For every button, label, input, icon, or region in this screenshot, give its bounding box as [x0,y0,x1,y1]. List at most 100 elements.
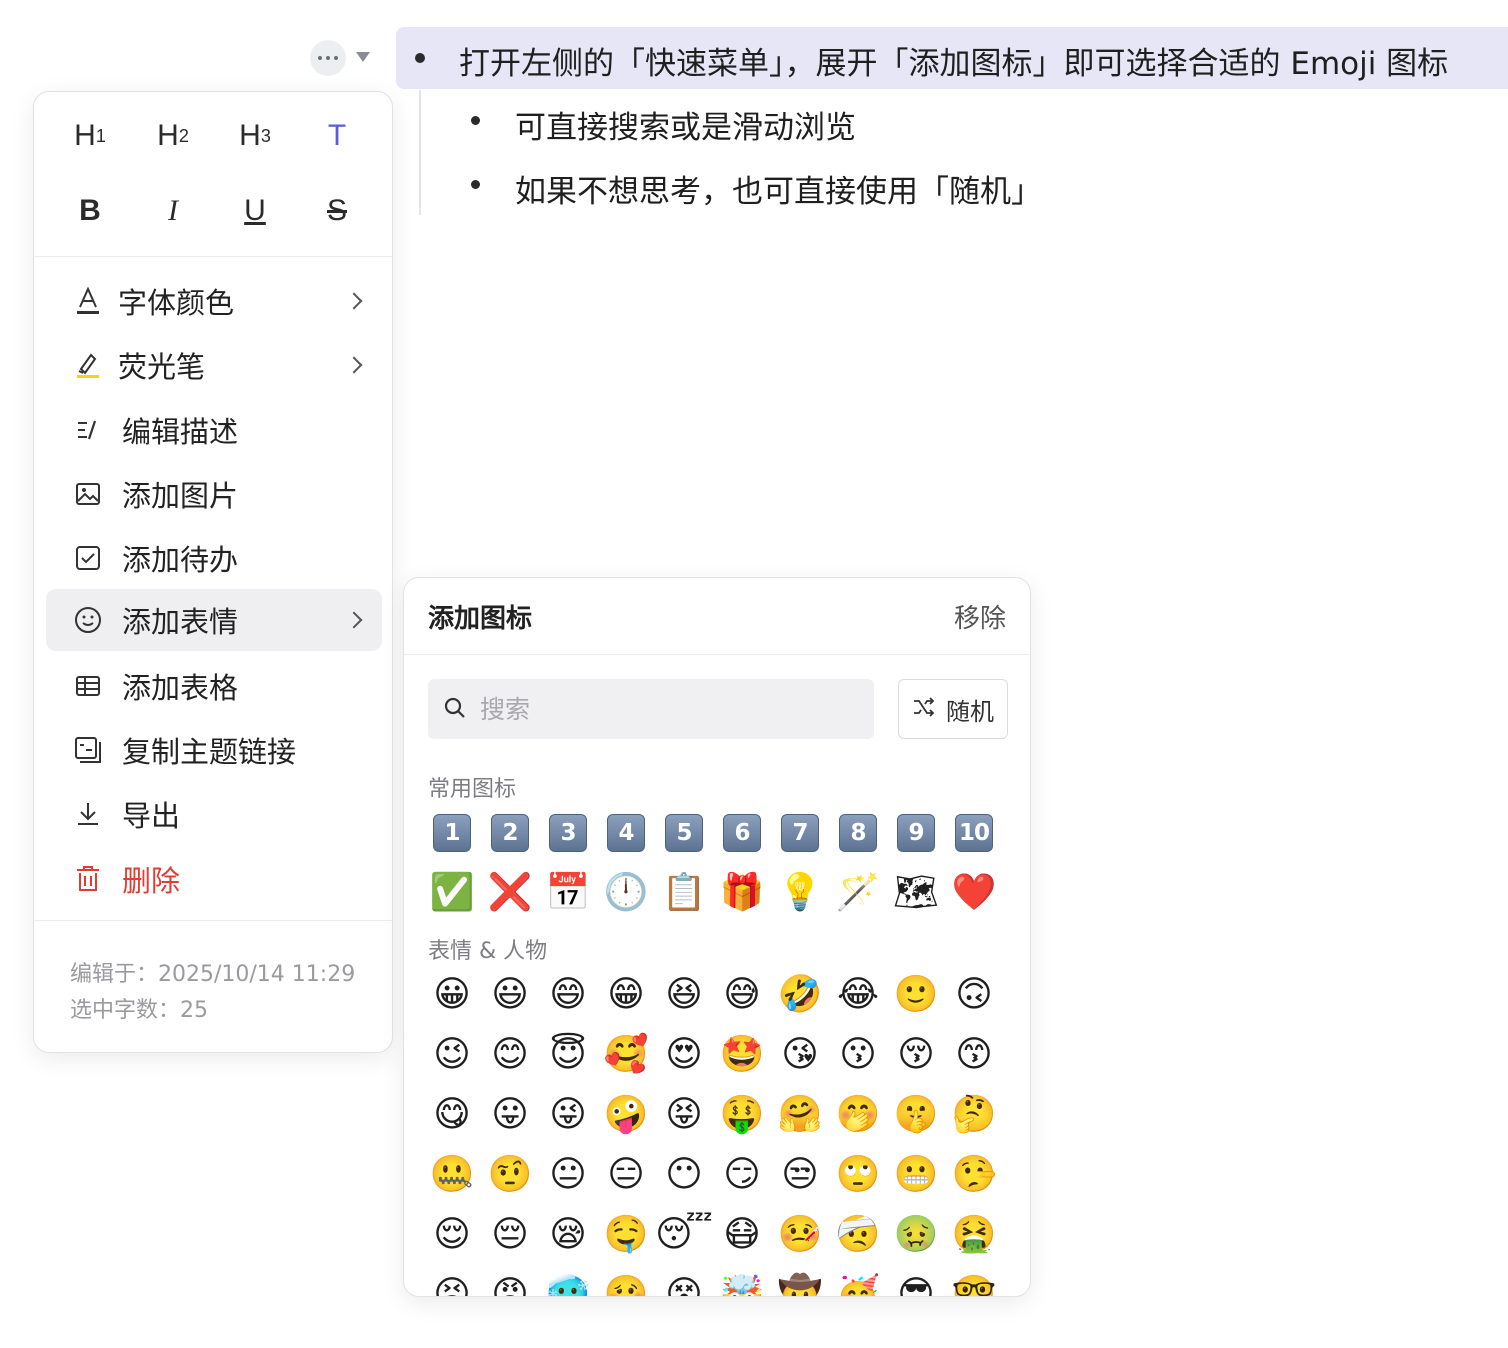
menu-item-add-table[interactable]: 添加表格 [46,655,382,717]
keycap-emoji[interactable]: 4 [602,809,650,857]
face-emoji[interactable]: 🥳 [834,1271,882,1297]
face-emoji[interactable]: 😝 [660,1091,708,1139]
more-options-button[interactable] [310,40,346,76]
face-emoji[interactable]: 😉 [428,1031,476,1079]
face-emoji[interactable]: 😜 [544,1091,592,1139]
face-emoji[interactable]: 🤐 [428,1151,476,1199]
body-text-button[interactable]: T [315,114,359,158]
common-emoji[interactable]: ✅ [428,869,476,917]
keycap-emoji[interactable]: 8 [834,809,882,857]
search-input[interactable] [480,679,860,739]
face-emoji[interactable]: 😶 [660,1151,708,1199]
bullet-text[interactable]: 如果不想思考，也可直接使用「随机」 [515,166,1042,211]
face-emoji[interactable]: 😅 [718,971,766,1019]
keycap-emoji[interactable]: 3 [544,809,592,857]
face-emoji[interactable]: 😵 [660,1271,708,1297]
common-emoji[interactable]: 📋 [660,869,708,917]
face-emoji[interactable]: 😬 [892,1151,940,1199]
face-emoji[interactable]: 🤪 [602,1091,650,1139]
face-emoji[interactable]: 😏 [718,1151,766,1199]
menu-item-highlighter[interactable]: 荧光笔 [46,334,382,396]
random-button[interactable]: 随机 [898,679,1008,739]
heading2-button[interactable]: H2 [151,114,195,158]
face-emoji[interactable]: 😙 [950,1031,998,1079]
face-emoji[interactable]: 😡 [486,1271,534,1297]
face-emoji[interactable]: 🤮 [950,1211,998,1259]
face-emoji[interactable]: 🤣 [776,971,824,1019]
strikethrough-button[interactable]: S [315,189,359,233]
face-emoji[interactable]: 😴 [655,1211,713,1259]
face-emoji[interactable]: 😄 [544,971,592,1019]
face-emoji[interactable]: 😗 [834,1031,882,1079]
keycap-emoji[interactable]: 1 [428,809,476,857]
face-emoji[interactable]: 😃 [486,971,534,1019]
menu-item-edit-description[interactable]: 编辑描述 [46,399,382,461]
menu-item-add-emoji[interactable]: 添加表情 [46,589,382,651]
menu-item-export[interactable]: 导出 [46,783,382,845]
caret-down-icon[interactable] [356,52,370,62]
common-emoji[interactable]: 🎁 [718,869,766,917]
face-emoji[interactable]: 😍 [660,1031,708,1079]
face-emoji[interactable]: 😊 [486,1031,534,1079]
bold-button[interactable]: B [68,189,112,233]
face-emoji[interactable]: 😘 [776,1031,824,1079]
face-emoji[interactable]: 😀 [428,971,476,1019]
face-emoji[interactable]: 😷 [718,1211,766,1259]
face-emoji[interactable]: 🥶 [544,1271,592,1297]
remove-icon-button[interactable]: 移除 [954,598,1006,635]
keycap-emoji[interactable]: 9 [892,809,940,857]
underline-button[interactable]: U [233,189,277,233]
keycap-emoji[interactable]: 7 [776,809,824,857]
face-emoji[interactable]: 😣 [428,1271,476,1297]
face-emoji[interactable]: 🤨 [486,1151,534,1199]
face-emoji[interactable]: 🤠 [776,1271,824,1297]
face-emoji[interactable]: 😁 [602,971,650,1019]
face-emoji[interactable]: 🤗 [776,1091,824,1139]
menu-item-add-image[interactable]: 添加图片 [46,463,382,525]
face-emoji[interactable]: 🙃 [950,971,998,1019]
face-emoji[interactable]: 🤑 [718,1091,766,1139]
heading1-button[interactable]: H1 [68,114,112,158]
keycap-emoji[interactable]: 5 [660,809,708,857]
keycap-emoji[interactable]: 10 [950,809,998,857]
face-emoji[interactable]: 😑 [602,1151,650,1199]
face-emoji[interactable]: 🤕 [834,1211,882,1259]
heading3-button[interactable]: H3 [233,114,277,158]
face-emoji[interactable]: 🤤 [602,1211,650,1259]
face-emoji[interactable]: 😐 [544,1151,592,1199]
face-emoji[interactable]: 🤒 [776,1211,824,1259]
face-emoji[interactable]: 😔 [486,1211,534,1259]
face-emoji[interactable]: 🤩 [718,1031,766,1079]
common-emoji[interactable]: ❤️ [950,869,998,917]
face-emoji[interactable]: 🤭 [834,1091,882,1139]
bullet-text[interactable]: 可直接搜索或是滑动浏览 [515,102,856,147]
face-emoji[interactable]: 😋 [428,1091,476,1139]
common-emoji[interactable]: 🗺 [892,869,940,917]
face-emoji[interactable]: 😎 [892,1271,940,1297]
face-emoji[interactable]: 😆 [660,971,708,1019]
common-emoji[interactable]: ❌ [486,869,534,917]
common-emoji[interactable]: 🕛 [602,869,650,917]
face-emoji[interactable]: 🤓 [950,1271,998,1297]
face-emoji[interactable]: 😚 [892,1031,940,1079]
face-emoji[interactable]: 😌 [428,1211,476,1259]
face-emoji[interactable]: 😇 [544,1031,592,1079]
face-emoji[interactable]: 🙄 [834,1151,882,1199]
menu-item-add-todo[interactable]: 添加待办 [46,527,382,589]
face-emoji[interactable]: 🤔 [950,1091,998,1139]
common-emoji[interactable]: 📅 [544,869,592,917]
common-emoji[interactable]: 🪄 [834,869,882,917]
keycap-emoji[interactable]: 6 [718,809,766,857]
face-emoji[interactable]: 🥰 [602,1031,650,1079]
face-emoji[interactable]: 🤯 [718,1271,766,1297]
face-emoji[interactable]: 😂 [834,971,882,1019]
keycap-emoji[interactable]: 2 [486,809,534,857]
face-emoji[interactable]: 🤢 [892,1211,940,1259]
face-emoji[interactable]: 😪 [544,1211,592,1259]
face-emoji[interactable]: 😛 [486,1091,534,1139]
italic-button[interactable]: I [151,189,195,233]
bullet-text[interactable]: 打开左侧的「快速菜单」，展开「添加图标」即可选择合适的 Emoji 图标 [459,38,1448,83]
menu-item-delete[interactable]: 删除 [46,848,382,910]
face-emoji[interactable]: 🤥 [950,1151,998,1199]
common-emoji[interactable]: 💡 [776,869,824,917]
